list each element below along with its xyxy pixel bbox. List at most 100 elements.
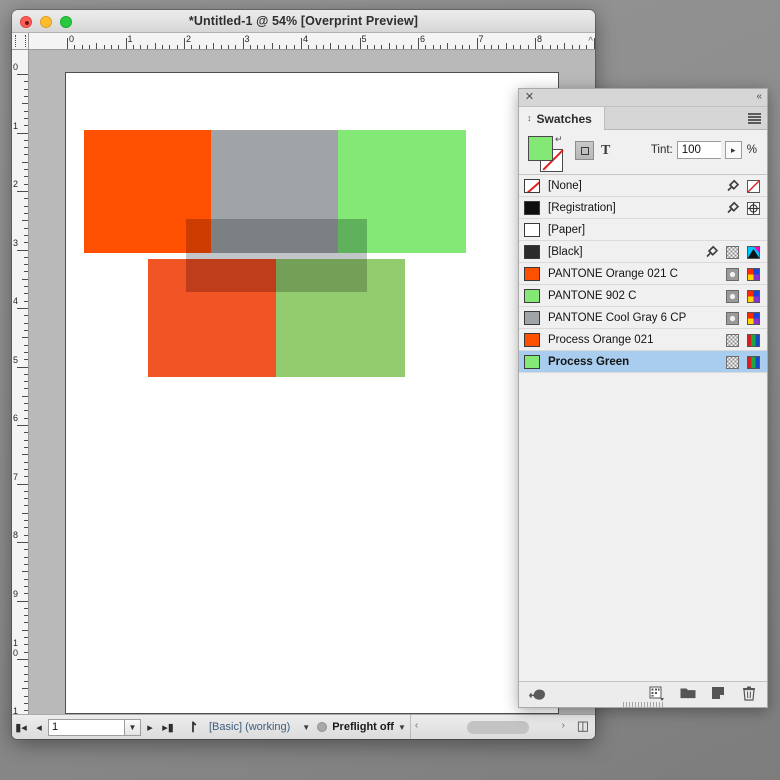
swatch-color-chip[interactable] <box>524 266 540 281</box>
swatch-color-chip[interactable] <box>524 244 540 259</box>
ruler-tick-major <box>593 38 595 49</box>
formatting-container-icon[interactable] <box>575 141 594 160</box>
pasteboard[interactable] <box>29 50 595 725</box>
window-titlebar[interactable]: *Untitled-1 @ 54% [Overprint Preview] <box>12 10 595 33</box>
ruler-tick-minor <box>447 43 449 49</box>
ruler-tick-major <box>17 249 28 251</box>
style-label[interactable]: [Basic] (working) <box>209 721 290 733</box>
swatch-color-chip[interactable] <box>524 200 540 215</box>
new-group-folder-icon[interactable] <box>680 686 696 701</box>
ruler-tick-minor <box>24 205 28 207</box>
ruler-tick-minor <box>74 45 76 49</box>
ruler-tick-minor <box>24 695 28 697</box>
ruler-tick-minor <box>81 45 83 49</box>
zoom-window-button[interactable] <box>60 16 72 28</box>
horizontal-ruler[interactable]: 0123456780 <box>29 33 595 50</box>
fill-swatch[interactable] <box>528 136 553 161</box>
spot-dot-icon <box>725 289 740 304</box>
ruler-tick-major <box>359 38 361 49</box>
panel-topbar[interactable]: ✕ « <box>519 89 767 107</box>
ruler-label: 7 <box>478 34 484 44</box>
vertical-ruler[interactable]: 01234567891 01 <box>12 50 29 725</box>
tint-control: Tint: 100 ▸ % <box>651 141 757 159</box>
ruler-tick-minor <box>381 45 383 49</box>
swatch-row[interactable]: PANTONE Orange 021 C <box>519 263 767 285</box>
tab-swatches[interactable]: ↕ Swatches <box>519 107 605 130</box>
ruler-tick-minor <box>249 45 251 49</box>
minimize-window-button[interactable] <box>40 16 52 28</box>
panel-menu-icon[interactable] <box>748 113 761 124</box>
style-dropdown-icon[interactable]: ▼ <box>302 723 310 732</box>
swatch-color-chip[interactable] <box>524 178 540 193</box>
delete-swatch-icon[interactable] <box>742 686 757 701</box>
horizontal-scrollbar[interactable]: ‹ › ◫ <box>409 714 595 739</box>
ruler-tick-minor <box>24 147 28 149</box>
ruler-tick-minor <box>24 344 28 346</box>
resize-arrows-icon: ↕ <box>527 113 532 123</box>
ruler-tick-minor <box>24 264 28 266</box>
ruler-tick-minor <box>24 461 28 463</box>
tint-stepper-icon[interactable]: ▸ <box>724 141 742 159</box>
formatting-target-group: T <box>575 141 610 160</box>
swatch-color-chip[interactable] <box>524 222 540 237</box>
close-icon[interactable]: ✕ <box>524 92 535 103</box>
swatch-color-chip[interactable] <box>524 332 540 347</box>
tint-input[interactable]: 100 <box>676 141 721 159</box>
swatch-color-chip[interactable] <box>524 288 540 303</box>
ruler-tick-minor <box>24 286 28 288</box>
document-page[interactable] <box>65 72 559 714</box>
ruler-tick-minor <box>264 45 266 49</box>
swap-fill-stroke-icon[interactable]: ↵ <box>555 135 563 144</box>
ruler-tick-minor <box>24 644 28 646</box>
swatch-row-icons <box>725 266 761 282</box>
scroll-right-icon[interactable]: › <box>562 720 565 731</box>
page-dropdown-icon[interactable]: ▼ <box>124 718 141 736</box>
ruler-tick-minor <box>24 410 28 412</box>
ruler-origin-corner[interactable] <box>12 33 29 50</box>
preflight-label[interactable]: Preflight off <box>332 721 394 733</box>
show-ink-icon[interactable] <box>528 687 549 708</box>
new-color-group-icon[interactable] <box>649 686 664 701</box>
ruler-tick-minor <box>24 534 28 536</box>
ruler-tick-minor <box>24 417 28 419</box>
swatch-name-label: Process Orange 021 <box>548 333 654 346</box>
page-tool-icon[interactable]: ↾ <box>184 717 202 737</box>
ruler-tick-minor <box>22 161 28 163</box>
collapse-panel-icon[interactable]: « <box>756 91 761 102</box>
spot-dot-icon <box>725 267 740 282</box>
swatch-row[interactable]: [Paper] <box>519 219 767 241</box>
ruler-tick-minor <box>330 43 332 49</box>
first-page-icon[interactable]: ▮◂ <box>12 717 30 737</box>
swatch-color-chip[interactable] <box>524 310 540 325</box>
scroll-left-icon[interactable]: ‹ <box>415 720 418 731</box>
swatch-color-chip[interactable] <box>524 354 540 369</box>
swatch-row[interactable]: [Registration] <box>519 197 767 219</box>
ruler-tick-major <box>418 38 419 49</box>
swatch-row[interactable]: Process Green <box>519 351 767 373</box>
ruler-tick-major <box>17 659 28 660</box>
scrollbar-thumb[interactable] <box>466 720 529 734</box>
close-window-button[interactable] <box>20 16 32 28</box>
ruler-tick-minor <box>578 45 580 49</box>
swatch-list[interactable]: [None] [Registration] [Paper] [Black] PANTON… <box>519 175 767 681</box>
fill-stroke-control[interactable]: ↵ <box>528 135 566 174</box>
formatting-text-icon[interactable]: T <box>601 143 610 159</box>
swatch-row[interactable]: Process Orange 021 <box>519 329 767 351</box>
page-number-input[interactable]: 1 <box>48 718 124 736</box>
split-view-icon[interactable]: ◫ <box>577 718 589 734</box>
swatch-row[interactable]: PANTONE 902 C <box>519 285 767 307</box>
last-page-icon[interactable]: ▸▮ <box>159 717 177 737</box>
ruler-tick-minor <box>461 45 463 49</box>
preflight-dropdown-icon[interactable]: ▼ <box>398 723 406 732</box>
panel-resize-grip[interactable] <box>623 702 663 708</box>
new-swatch-icon[interactable] <box>711 686 726 701</box>
ruler-tick-minor <box>410 45 412 49</box>
swatch-row[interactable]: PANTONE Cool Gray 6 CP <box>519 307 767 329</box>
next-page-icon[interactable]: ▸ <box>141 717 159 737</box>
ruler-scroll-up-icon[interactable]: ^ <box>588 36 593 47</box>
swatch-row-icons <box>725 178 761 194</box>
previous-page-icon[interactable]: ◂ <box>30 717 48 737</box>
swatch-row[interactable]: [None] <box>519 175 767 197</box>
ruler-tick-major <box>17 74 28 75</box>
swatch-row[interactable]: [Black] <box>519 241 767 263</box>
